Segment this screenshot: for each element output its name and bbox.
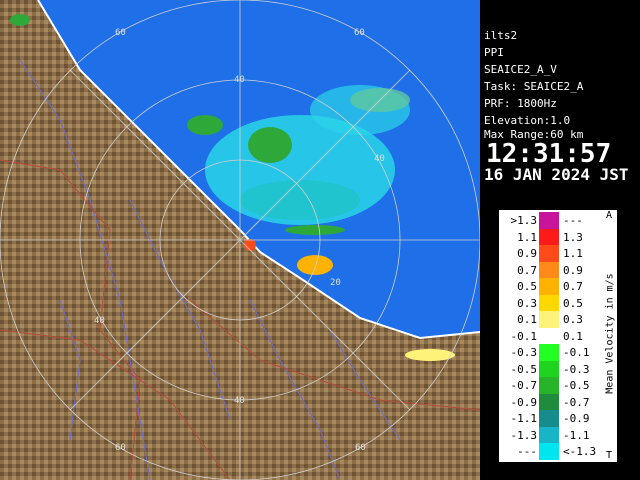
legend-swatch: [539, 311, 559, 328]
station-name: ilts2: [484, 29, 518, 42]
legend-upper-value: 0.9: [563, 263, 583, 277]
legend-top-marker: A: [605, 210, 612, 221]
legend-swatch: [539, 261, 559, 279]
legend-upper-value: ---: [563, 214, 583, 227]
legend-upper-value: -0.9: [563, 412, 590, 425]
legend-swatch: [539, 278, 559, 295]
legend-swatch: [539, 377, 559, 394]
ring-label: 60: [354, 28, 365, 38]
legend-upper-value: -1.1: [563, 428, 590, 442]
ring-label: 20: [330, 278, 341, 288]
legend-upper-value: -0.1: [563, 346, 590, 359]
legend-upper-value: 0.7: [563, 280, 583, 293]
product-name: SEAICE2_A_V: [484, 63, 557, 76]
legend-bottom-marker: T: [605, 450, 612, 461]
legend-swatch: [539, 393, 559, 411]
legend-upper-value: 1.1: [563, 247, 583, 260]
legend-lower-value: -0.1: [510, 329, 538, 343]
velocity-legend: >1.3 --- 1.1 1.3 0.9 1.1 0.7 0.9 0.5 0.7 0.3 0.5 0.1…: [499, 210, 617, 462]
range-rings: [0, 0, 480, 480]
observation-date: 16 JAN 2024 JST: [484, 165, 629, 184]
task-name: Task: SEAICE2_A: [484, 80, 584, 93]
legend-swatch: [539, 228, 559, 246]
legend-lower-value: 0.7: [517, 263, 537, 277]
legend-lower-value: -1.1: [510, 412, 538, 425]
legend-lower-value: >1.3: [510, 214, 538, 227]
elevation-value: Elevation:1.0: [484, 114, 571, 127]
ring-label: 60: [115, 443, 126, 453]
legend-swatch: [539, 426, 559, 444]
legend-upper-value: 0.1: [563, 329, 583, 343]
ring-label: 40: [234, 75, 245, 85]
legend-upper-value: -0.5: [563, 379, 590, 392]
ring-label: 60: [115, 28, 126, 38]
legend-swatch: [539, 410, 559, 427]
legend-swatch: [539, 360, 559, 378]
legend-lower-value: -0.5: [510, 362, 538, 376]
legend-swatch: [539, 212, 559, 229]
legend-swatch: [539, 245, 559, 262]
prf-value: PRF: 1800Hz: [484, 97, 557, 110]
legend-upper-value: -0.3: [563, 362, 590, 376]
ring-label: 60: [355, 443, 366, 453]
legend-title: Mean Velocity in m/s: [604, 273, 616, 394]
scan-mode: PPI: [484, 46, 504, 59]
legend-lower-value: -1.3: [510, 428, 538, 442]
ring-label: 40: [374, 154, 385, 164]
legend-lower-value: -0.9: [510, 395, 538, 409]
legend-lower-value: -0.3: [510, 346, 538, 359]
legend-lower-value: 0.3: [517, 296, 537, 310]
legend-lower-value: 0.9: [517, 247, 537, 260]
legend-upper-value: 0.5: [563, 296, 583, 310]
legend-swatch: [539, 344, 559, 361]
legend-swatch: [539, 294, 559, 312]
legend-upper-value: <-1.3: [563, 445, 597, 458]
info-panel: ilts2 PPI SEAICE2_A_V Task: SEAICE2_A PR…: [480, 27, 640, 187]
ring-label: 40: [234, 396, 245, 406]
legend-lower-value: ---: [517, 445, 537, 458]
legend-upper-value: -0.7: [563, 395, 590, 409]
legend-lower-value: -0.7: [510, 379, 538, 392]
ring-label: 40: [94, 316, 105, 326]
legend-swatch: [539, 443, 559, 460]
legend-upper-value: 0.3: [563, 313, 583, 326]
legend-lower-value: 0.5: [517, 280, 537, 293]
legend-upper-value: 1.3: [563, 230, 583, 244]
legend-lower-value: 1.1: [517, 230, 537, 244]
legend-swatch: [539, 327, 559, 345]
radar-ppi-map: 20 40 60 40 40 60 60 40 60: [0, 0, 480, 480]
legend-lower-value: 0.1: [517, 313, 537, 326]
legend-title-wrapper: Mean Velocity in m/s: [598, 210, 616, 462]
